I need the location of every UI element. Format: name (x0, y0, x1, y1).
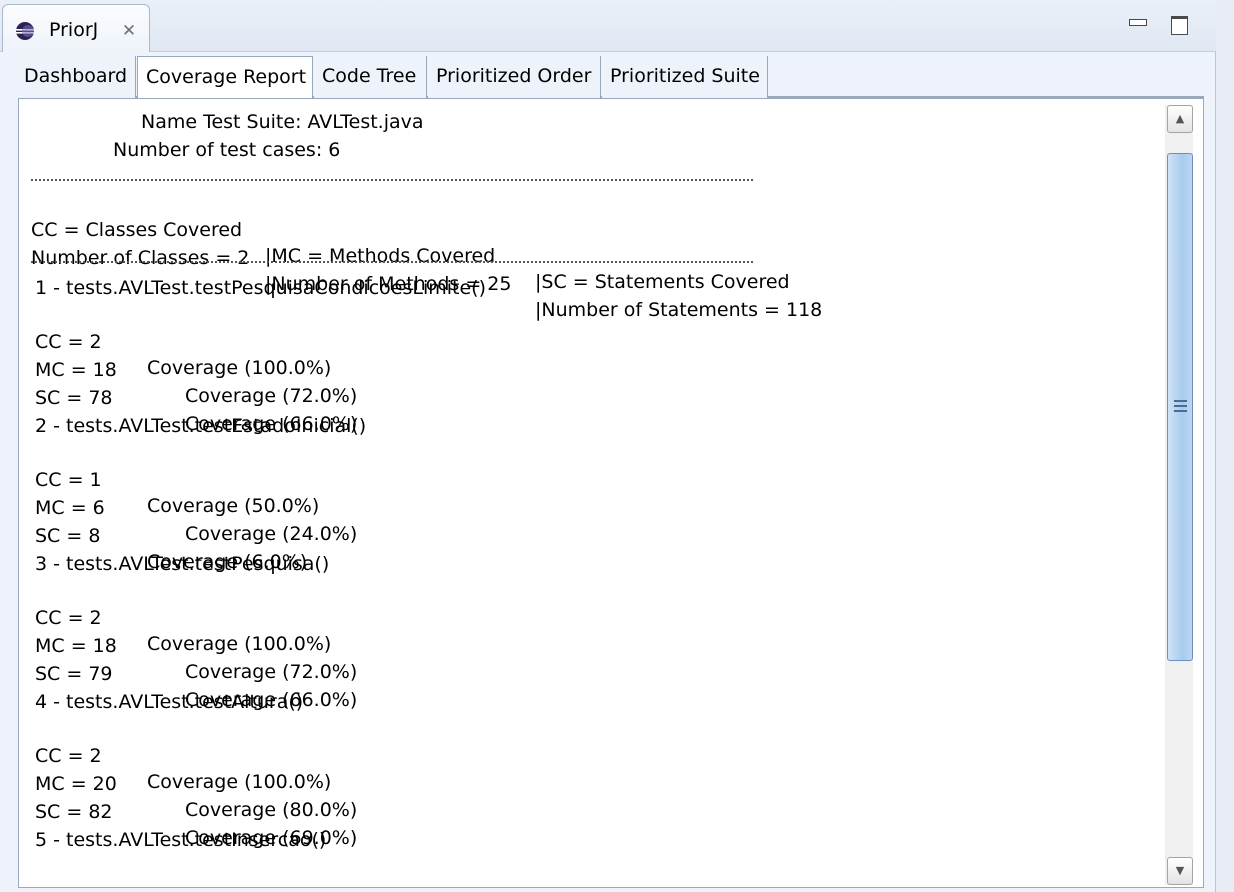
coverage-report-text[interactable]: Name Test Suite: AVLTest.java Number of … (31, 109, 1161, 885)
tab-coverage-report[interactable]: Coverage Report (137, 56, 313, 98)
sc-label: SC = 79 (35, 663, 113, 685)
test-title: 4 - tests.AVLTest.testAltura() (35, 691, 304, 713)
eclipse-sphere-icon (15, 21, 35, 41)
test-mc-row: MC = 18 Coverage (72.0%) (35, 607, 357, 683)
view-title: PriorJ (49, 19, 99, 41)
mc-coverage: Coverage (80.0%) (185, 799, 358, 821)
test-title: 1 - tests.AVLTest.testPesquisaCondicoesL… (35, 277, 486, 299)
view-tab-priorj[interactable]: PriorJ ✕ (2, 4, 150, 52)
legend-sc: |SC = Statements Covered (535, 271, 790, 293)
test-title: 2 - tests.AVLTest.testEstadoInicial() (35, 415, 367, 437)
cc-coverage: Coverage (100.0%) (147, 633, 332, 655)
vertical-scrollbar[interactable]: ▲ ▼ (1165, 105, 1193, 885)
test-mc-row: MC = 6 Coverage (24.0%) (35, 469, 357, 545)
cc-coverage: Coverage (50.0%) (147, 495, 320, 517)
mc-coverage: Coverage (72.0%) (185, 661, 358, 683)
tab-dashboard[interactable]: Dashboard (14, 56, 136, 98)
cc-coverage: Coverage (100.0%) (147, 771, 332, 793)
tab-prioritized-suite[interactable]: Prioritized Suite (602, 56, 768, 98)
minimize-icon[interactable] (1126, 12, 1148, 34)
test-cc-row: CC = 2 Coverage (100.0%) (35, 579, 331, 655)
maximize-icon[interactable] (1168, 12, 1190, 35)
total-statements: |Number of Statements = 118 (535, 299, 823, 321)
test-sc-row: SC = 8 Coverage (6.0%) (35, 497, 307, 573)
thumb-grip-icon (1174, 400, 1187, 412)
totals-row: Number of Classes = 2 |Number of Methods… (31, 219, 822, 321)
test-cc-row: CC = 2 Coverage (100.0%) (35, 717, 331, 793)
test-sc-row: SC = 78 Coverage (66.0%) (35, 359, 357, 435)
separator-dots (31, 179, 753, 181)
test-title: 5 - tests.AVLTest.testInsercao() (35, 829, 327, 851)
cc-coverage: Coverage (100.0%) (147, 357, 332, 379)
test-mc-row: MC = 18 Coverage (72.0%) (35, 331, 357, 407)
test-title: 3 - tests.AVLTest.testPesquisa() (35, 553, 330, 575)
legend-row: CC = Classes Covered |MC = Methods Cover… (31, 191, 790, 293)
coverage-report-panel: Name Test Suite: AVLTest.java Number of … (18, 98, 1204, 888)
sc-label: SC = 78 (35, 387, 113, 409)
separator-dots (31, 261, 753, 263)
mc-coverage: Coverage (72.0%) (185, 385, 358, 407)
view-header: PriorJ ✕ (0, 0, 1216, 52)
legend-mc: |MC = Methods Covered (265, 245, 496, 267)
test-sc-row: SC = 79 Coverage (66.0%) (35, 635, 357, 711)
test-mc-row: MC = 20 Coverage (80.0%) (35, 745, 357, 821)
test-case-count: Number of test cases: 6 (113, 139, 341, 161)
report-tab-bar: Dashboard Coverage Report Code Tree Prio… (14, 56, 1204, 98)
close-icon[interactable]: ✕ (119, 21, 139, 41)
scroll-down-icon[interactable]: ▼ (1167, 857, 1193, 885)
test-cc-row: CC = 2 Coverage (100.0%) (35, 303, 331, 379)
scrollbar-thumb[interactable] (1167, 153, 1193, 661)
tab-code-tree[interactable]: Code Tree (314, 56, 427, 98)
total-classes: Number of Classes = 2 (31, 247, 250, 269)
mc-coverage: Coverage (24.0%) (185, 523, 358, 545)
suite-name: Name Test Suite: AVLTest.java (141, 111, 424, 133)
window-edge (1216, 0, 1234, 892)
sc-label: SC = 8 (35, 525, 101, 547)
test-cc-row: CC = 1 Coverage (50.0%) (35, 441, 319, 517)
scroll-up-icon[interactable]: ▲ (1167, 105, 1193, 133)
tab-prioritized-order[interactable]: Prioritized Order (428, 56, 601, 98)
test-sc-row: SC = 82 Coverage (69.0%) (35, 773, 357, 849)
priorj-view: PriorJ ✕ Dashboard Coverage Report Code … (0, 0, 1216, 892)
sc-label: SC = 82 (35, 801, 113, 823)
